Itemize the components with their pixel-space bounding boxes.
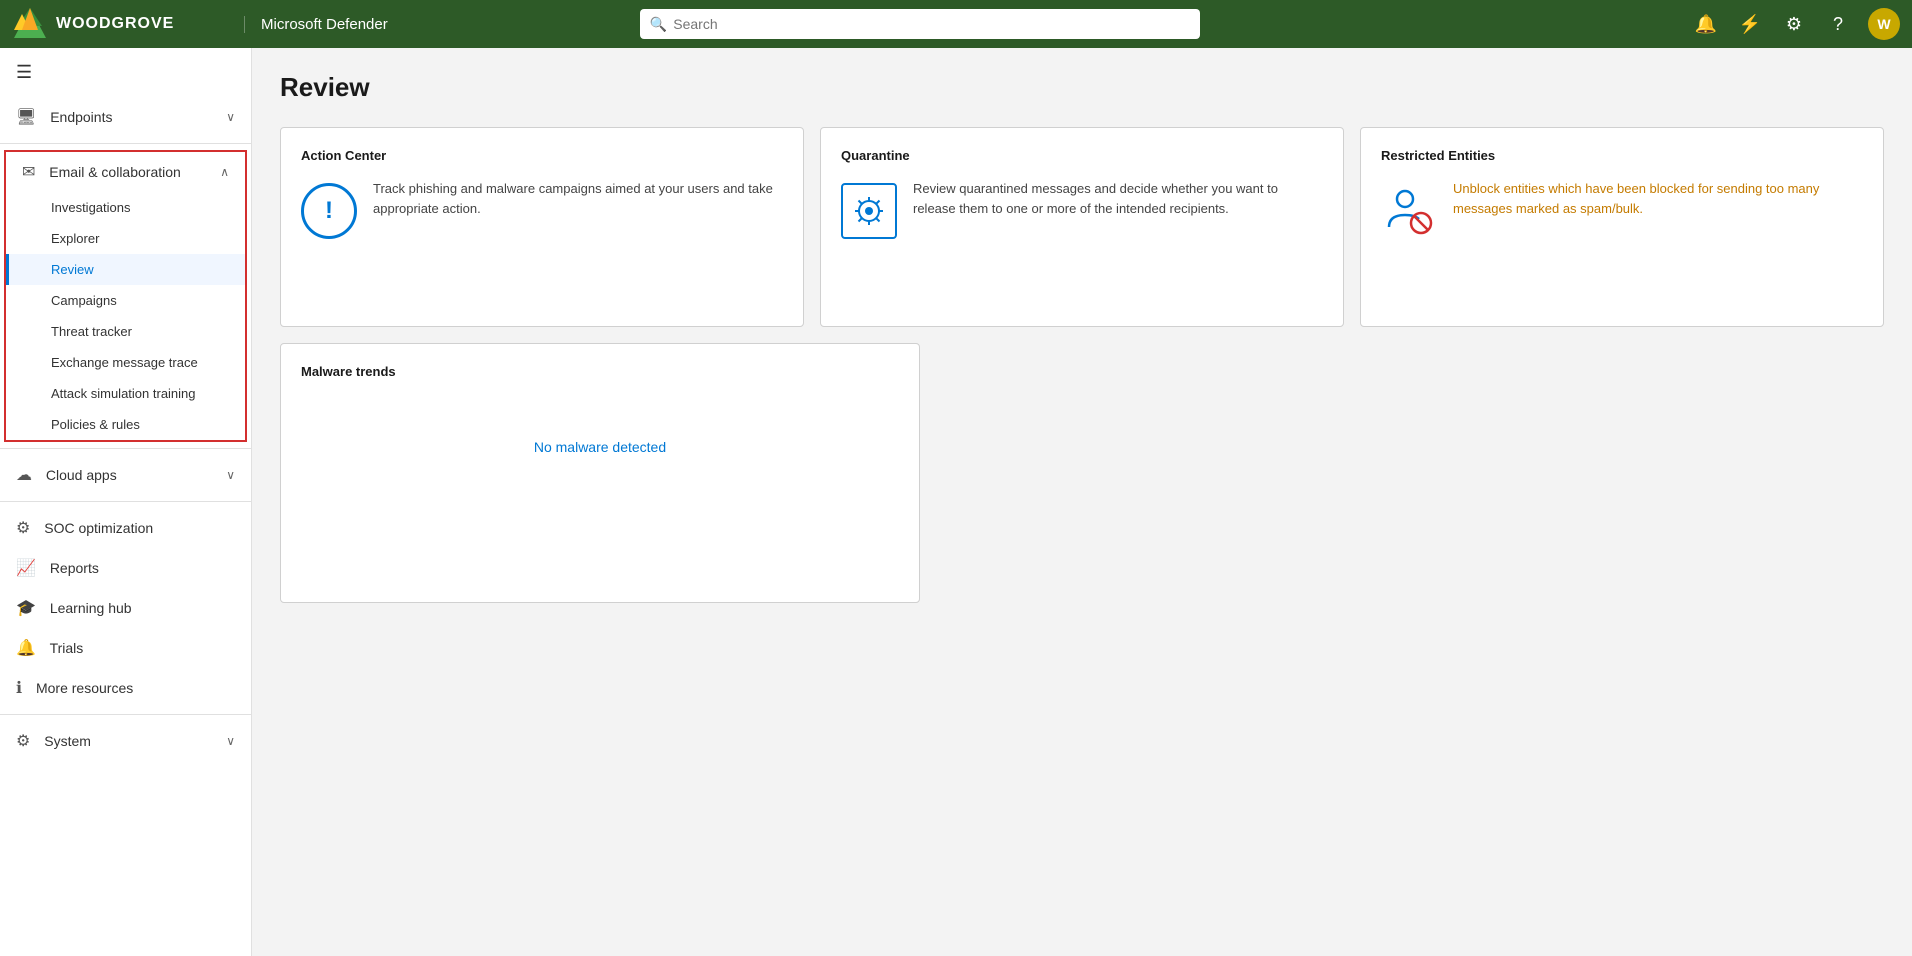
sidebar-section-cloud-apps: ☁ Cloud apps ∨: [0, 455, 251, 495]
sidebar: ☰ 🖥 Endpoints ∨ ✉ Email & collaboration …: [0, 48, 252, 956]
system-chevron-icon: ∨: [226, 734, 235, 748]
hamburger-menu-button[interactable]: ☰: [0, 48, 48, 97]
page-title: Review: [280, 72, 1884, 103]
more-resources-label: More resources: [36, 680, 133, 696]
cards-row-bottom: Malware trends No malware detected: [280, 343, 1884, 603]
sidebar-email-collaboration-toggle[interactable]: ✉ Email & collaboration ∧: [6, 152, 245, 192]
sidebar-item-learning-hub[interactable]: 🎓 Learning hub: [0, 588, 251, 628]
learning-hub-label: Learning hub: [50, 600, 132, 616]
quarantine-icon: [841, 183, 897, 239]
action-center-body: ! Track phishing and malware campaigns a…: [301, 179, 783, 239]
search-box[interactable]: 🔍: [640, 9, 1200, 39]
restricted-entities-description: Unblock entities which have been blocked…: [1453, 179, 1863, 218]
sidebar-item-more-resources[interactable]: ℹ More resources: [0, 668, 251, 708]
divider-2: [0, 448, 251, 449]
soc-icon: ⚙: [16, 520, 30, 537]
email-icon: ✉: [22, 164, 35, 181]
sidebar-item-threat-tracker[interactable]: Threat tracker: [6, 316, 245, 347]
endpoints-chevron-icon: ∨: [226, 110, 235, 124]
quarantine-svg-icon: [851, 193, 887, 229]
search-icon: 🔍: [650, 16, 667, 33]
quarantine-card: Quarantine: [820, 127, 1344, 327]
action-center-icon: !: [301, 183, 357, 239]
sidebar-section-system: ⚙ System ∨: [0, 721, 251, 761]
logo-text: WOODGROVE: [56, 15, 174, 33]
sidebar-system-toggle[interactable]: ⚙ System ∨: [0, 721, 251, 761]
quarantine-description: Review quarantined messages and decide w…: [913, 179, 1323, 218]
user-avatar[interactable]: W: [1868, 8, 1900, 40]
cloud-apps-icon: ☁: [16, 467, 32, 484]
divider-4: [0, 714, 251, 715]
restricted-entities-icon: [1381, 183, 1437, 242]
divider-3: [0, 501, 251, 502]
system-icon: ⚙: [16, 733, 30, 750]
action-center-card: Action Center ! Track phishing and malwa…: [280, 127, 804, 327]
search-input[interactable]: [673, 16, 1190, 32]
sidebar-item-investigations[interactable]: Investigations: [6, 192, 245, 223]
restricted-entities-body: Unblock entities which have been blocked…: [1381, 179, 1863, 242]
learning-hub-icon: 🎓: [16, 600, 36, 617]
main-content: Review Action Center ! Track phishing an…: [252, 48, 1912, 956]
quarantine-body: Review quarantined messages and decide w…: [841, 179, 1323, 239]
email-collaboration-label: Email & collaboration: [49, 164, 181, 180]
divider-1: [0, 143, 251, 144]
sidebar-email-collaboration-section: ✉ Email & collaboration ∧ Investigations…: [4, 150, 247, 442]
malware-trends-title: Malware trends: [301, 364, 899, 379]
app-title: Microsoft Defender: [244, 16, 388, 33]
no-malware-text: No malware detected: [301, 439, 899, 455]
sidebar-item-attack-simulation-training[interactable]: Attack simulation training: [6, 378, 245, 409]
cloud-apps-chevron-icon: ∨: [226, 468, 235, 482]
restricted-entities-card: Restricted Entities Unblock entities whi…: [1360, 127, 1884, 327]
top-navigation: WOODGROVE Microsoft Defender 🔍 🔔 ⚡ ⚙ ? W: [0, 0, 1912, 48]
sidebar-item-reports[interactable]: 📈 Reports: [0, 548, 251, 588]
settings-button[interactable]: ⚙: [1780, 10, 1808, 38]
trials-label: Trials: [50, 640, 84, 656]
action-center-description: Track phishing and malware campaigns aim…: [373, 179, 783, 218]
action-center-title: Action Center: [301, 148, 783, 163]
sidebar-section-endpoints: 🖥 Endpoints ∨: [0, 97, 251, 137]
blocked-user-icon: [1381, 183, 1437, 239]
trials-icon: 🔔: [16, 640, 36, 657]
email-chevron-icon: ∧: [220, 165, 229, 179]
endpoints-icon: 🖥: [16, 109, 36, 126]
connections-button[interactable]: ⚡: [1736, 10, 1764, 38]
cards-row-top: Action Center ! Track phishing and malwa…: [280, 127, 1884, 327]
virus-icon: [841, 183, 897, 239]
sidebar-item-soc-optimization[interactable]: ⚙ SOC optimization: [0, 508, 251, 548]
topnav-icon-group: 🔔 ⚡ ⚙ ? W: [1692, 8, 1900, 40]
main-layout: ☰ 🖥 Endpoints ∨ ✉ Email & collaboration …: [0, 48, 1912, 956]
restricted-entities-title: Restricted Entities: [1381, 148, 1863, 163]
notification-bell-button[interactable]: 🔔: [1692, 10, 1720, 38]
exclamation-circle-icon: !: [301, 183, 357, 239]
soc-label: SOC optimization: [44, 520, 153, 536]
help-button[interactable]: ?: [1824, 10, 1852, 38]
woodgrove-logo-icon: [12, 6, 48, 42]
reports-icon: 📈: [16, 560, 36, 577]
sidebar-item-review[interactable]: Review: [6, 254, 245, 285]
system-label: System: [44, 733, 91, 749]
sidebar-item-explorer[interactable]: Explorer: [6, 223, 245, 254]
cloud-apps-label: Cloud apps: [46, 467, 117, 483]
quarantine-title: Quarantine: [841, 148, 1323, 163]
reports-label: Reports: [50, 560, 99, 576]
sidebar-item-trials[interactable]: 🔔 Trials: [0, 628, 251, 668]
endpoints-label: Endpoints: [50, 109, 112, 125]
more-resources-icon: ℹ: [16, 680, 22, 697]
sidebar-item-exchange-message-trace[interactable]: Exchange message trace: [6, 347, 245, 378]
sidebar-endpoints-toggle[interactable]: 🖥 Endpoints ∨: [0, 97, 251, 137]
malware-trends-card: Malware trends No malware detected: [280, 343, 920, 603]
sidebar-item-campaigns[interactable]: Campaigns: [6, 285, 245, 316]
logo-area: WOODGROVE: [12, 6, 232, 42]
sidebar-cloud-apps-toggle[interactable]: ☁ Cloud apps ∨: [0, 455, 251, 495]
sidebar-item-policies-rules[interactable]: Policies & rules: [6, 409, 245, 440]
